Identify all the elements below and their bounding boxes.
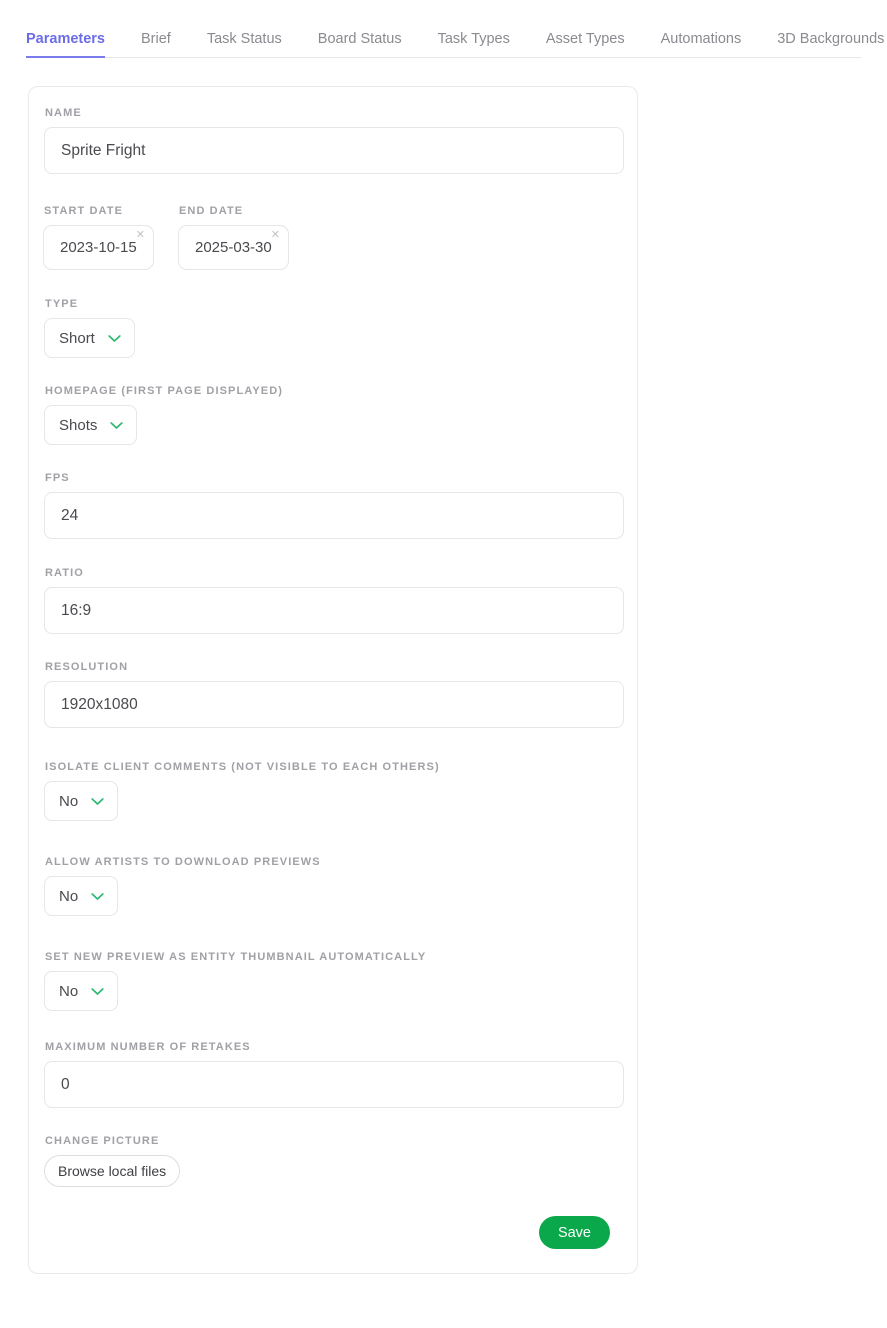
field-allow-artists-download-previews: ALLOW ARTISTS TO DOWNLOAD PREVIEWS No: [43, 856, 617, 916]
end-date-label: END DATE: [179, 205, 244, 217]
start-date-label: START DATE: [44, 205, 124, 217]
tab-bar: Parameters Brief Task Status Board Statu…: [0, 0, 887, 58]
tab-label: Board Status: [317, 31, 402, 47]
parameters-card: NAME START DATE 2023-10-15 ✕ END DATE 20…: [28, 86, 638, 1274]
end-date-value: 2025-03-30: [195, 239, 272, 256]
tab-task-types[interactable]: Task Types: [438, 31, 510, 58]
homepage-label: HOMEPAGE (FIRST PAGE DISPLAYED): [45, 385, 284, 397]
ratio-input[interactable]: [44, 587, 624, 634]
fps-label: FPS: [45, 472, 70, 484]
homepage-value: Shots: [59, 416, 98, 434]
tab-label: 3D Backgrounds: [777, 31, 885, 47]
chevron-down-icon: [91, 892, 104, 900]
field-change-picture: CHANGE PICTURE Browse local files: [43, 1135, 617, 1187]
fps-input[interactable]: [44, 492, 624, 539]
field-start-date: START DATE 2023-10-15 ✕: [43, 205, 154, 270]
field-resolution: RESOLUTION: [43, 661, 624, 728]
chevron-down-icon: [91, 797, 104, 805]
type-value: Short: [59, 329, 95, 347]
browse-local-files-button[interactable]: Browse local files: [44, 1155, 181, 1187]
resolution-label: RESOLUTION: [45, 661, 129, 673]
field-ratio: RATIO: [43, 567, 624, 634]
set-preview-as-thumbnail-label: SET NEW PREVIEW AS ENTITY THUMBNAIL AUTO…: [45, 951, 427, 963]
ratio-label: RATIO: [45, 567, 84, 579]
chevron-down-icon: [108, 334, 121, 342]
max-retakes-label: MAXIMUM NUMBER OF RETAKES: [45, 1041, 251, 1053]
resolution-input[interactable]: [44, 681, 624, 728]
allow-artists-download-previews-label: ALLOW ARTISTS TO DOWNLOAD PREVIEWS: [45, 856, 321, 868]
tab-label: Automations: [660, 31, 742, 47]
end-date-input[interactable]: 2025-03-30 ✕: [178, 225, 289, 270]
tab-brief[interactable]: Brief: [141, 31, 171, 58]
tab-board-status[interactable]: Board Status: [318, 31, 402, 58]
tab-label: Task Status: [206, 31, 282, 47]
allow-artists-download-previews-select[interactable]: No: [44, 876, 119, 916]
dates-row: START DATE 2023-10-15 ✕ END DATE 2025-03…: [43, 205, 617, 270]
tab-label: Brief: [141, 31, 171, 47]
tab-label: Asset Types: [545, 31, 625, 47]
field-homepage: HOMEPAGE (FIRST PAGE DISPLAYED) Shots: [43, 385, 617, 445]
isolate-client-comments-select[interactable]: No: [44, 781, 119, 821]
close-icon[interactable]: ✕: [136, 230, 145, 241]
tab-parameters[interactable]: Parameters: [26, 31, 105, 58]
type-label: TYPE: [45, 298, 79, 310]
name-input[interactable]: [44, 127, 624, 174]
tab-asset-types[interactable]: Asset Types: [546, 31, 625, 58]
save-row: Save: [43, 1216, 617, 1249]
field-end-date: END DATE 2025-03-30 ✕: [178, 205, 289, 270]
tab-3d-backgrounds[interactable]: 3D Backgrounds: [777, 31, 884, 58]
allow-artists-download-previews-value: No: [59, 887, 79, 905]
close-icon[interactable]: ✕: [271, 230, 280, 241]
set-preview-as-thumbnail-select[interactable]: No: [44, 971, 119, 1011]
change-picture-label: CHANGE PICTURE: [45, 1135, 160, 1147]
tab-task-status[interactable]: Task Status: [207, 31, 282, 58]
field-name: NAME: [43, 107, 624, 174]
isolate-client-comments-value: No: [59, 792, 79, 810]
tab-automations[interactable]: Automations: [661, 31, 742, 58]
isolate-client-comments-label: ISOLATE CLIENT COMMENTS (NOT VISIBLE TO …: [45, 761, 440, 773]
start-date-value: 2023-10-15: [60, 239, 137, 256]
save-button[interactable]: Save: [538, 1216, 610, 1249]
chevron-down-icon: [110, 421, 124, 429]
field-type: TYPE Short: [43, 298, 617, 358]
start-date-input[interactable]: 2023-10-15 ✕: [43, 225, 154, 270]
homepage-select[interactable]: Shots: [44, 405, 138, 445]
field-max-retakes: MAXIMUM NUMBER OF RETAKES: [43, 1041, 624, 1108]
field-fps: FPS: [43, 472, 624, 539]
name-label: NAME: [45, 107, 82, 119]
max-retakes-input[interactable]: [44, 1061, 624, 1108]
field-isolate-client-comments: ISOLATE CLIENT COMMENTS (NOT VISIBLE TO …: [43, 761, 617, 821]
type-select[interactable]: Short: [44, 318, 135, 358]
field-set-preview-as-thumbnail: SET NEW PREVIEW AS ENTITY THUMBNAIL AUTO…: [43, 951, 617, 1011]
tab-label: Task Types: [437, 31, 510, 47]
chevron-down-icon: [91, 987, 104, 995]
tab-label: Parameters: [26, 31, 105, 47]
set-preview-as-thumbnail-value: No: [59, 982, 79, 1000]
